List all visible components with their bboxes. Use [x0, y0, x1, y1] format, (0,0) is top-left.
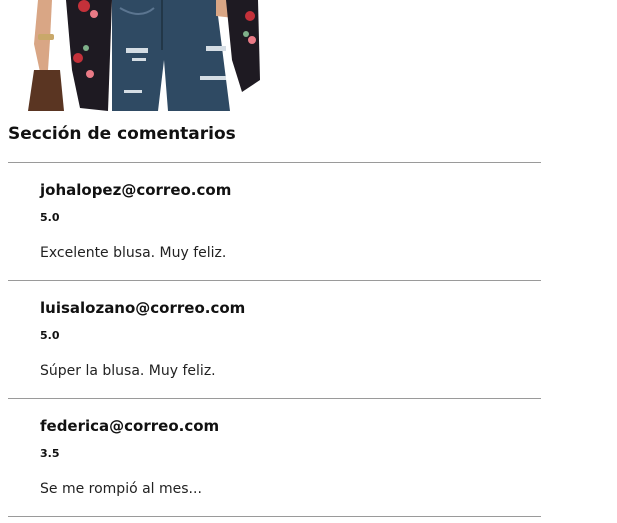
comment-text: Se me rompió al mes...: [40, 481, 202, 497]
comment-item: luisalozano@correo.com 5.0 Súper la blus…: [8, 280, 541, 398]
comment-author-email: johalopez@correo.com: [40, 181, 232, 199]
comment-author-email: federica@correo.com: [40, 417, 220, 435]
comment-author-email: luisalozano@correo.com: [40, 299, 246, 317]
comment-rating: 3.5: [40, 447, 60, 460]
comment-rating: 5.0: [40, 329, 60, 342]
product-photo-illustration: [28, 0, 260, 111]
comment-item: federica@correo.com 3.5 Se me rompió al …: [8, 398, 541, 517]
product-page: Sección de comentarios johalopez@correo.…: [0, 0, 617, 523]
comment-text: Excelente blusa. Muy feliz.: [40, 245, 227, 261]
comments-list: johalopez@correo.com 5.0 Excelente blusa…: [8, 162, 541, 517]
comments-section-title: Sección de comentarios: [8, 124, 236, 144]
product-image: [20, 0, 265, 111]
comment-rating: 5.0: [40, 211, 60, 224]
comment-item: johalopez@correo.com 5.0 Excelente blusa…: [8, 162, 541, 280]
comment-text: Súper la blusa. Muy feliz.: [40, 363, 216, 379]
